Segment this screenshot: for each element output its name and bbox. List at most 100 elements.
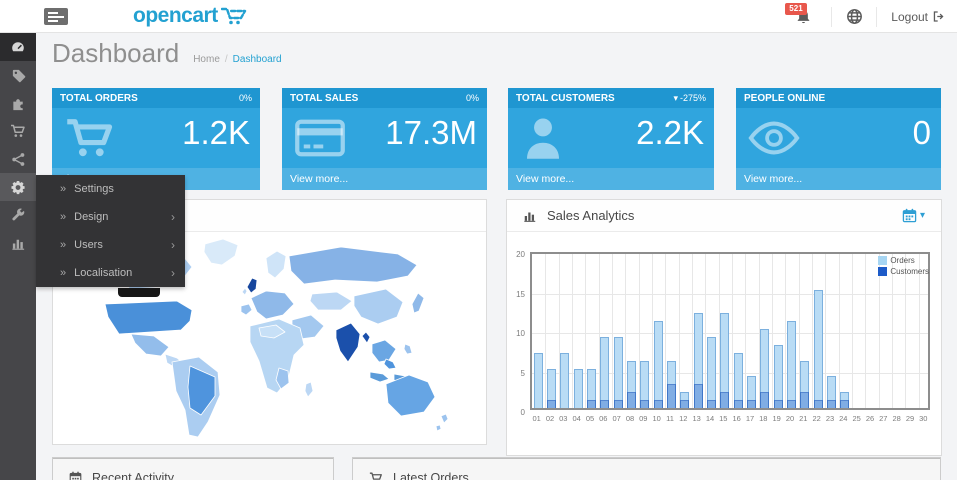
customers-bar	[707, 400, 716, 408]
submenu-item-users[interactable]: » Users ›	[36, 231, 185, 259]
customers-bar	[734, 400, 743, 408]
chevron-right-icon: ›	[171, 210, 175, 224]
submenu-notch	[118, 288, 160, 297]
breadcrumb: Home / Dashboard	[193, 54, 281, 65]
customers-bar	[680, 400, 689, 408]
breadcrumb-current[interactable]: Dashboard	[233, 54, 282, 65]
logo-text: opencart	[133, 4, 218, 28]
submenu-item-label: Localisation	[74, 267, 132, 279]
language-button[interactable]	[842, 0, 866, 33]
x-tick-label: 22	[810, 414, 823, 423]
system-submenu: » Settings » Design › » Users › » Locali…	[36, 175, 185, 287]
x-tick-label: 28	[890, 414, 903, 423]
dashboard-icon	[10, 39, 26, 55]
orders-bar	[774, 345, 783, 408]
customers-bar	[587, 400, 596, 408]
sidebar-item-reports[interactable]	[0, 229, 36, 257]
submenu-item-design[interactable]: » Design ›	[36, 203, 185, 231]
tile-body: 17.3M	[282, 108, 487, 168]
x-tick-label: 10	[650, 414, 663, 423]
orders-bar	[600, 337, 609, 408]
x-tick-label: 21	[797, 414, 810, 423]
customers-bar	[600, 400, 609, 408]
x-tick-label: 27	[877, 414, 890, 423]
top-header: opencart 521 Logout	[0, 0, 957, 33]
sidebar-item-tools[interactable]	[0, 201, 36, 229]
double-chevron-icon: »	[60, 267, 66, 279]
submenu-item-localisation[interactable]: » Localisation ›	[36, 259, 185, 287]
orders-bar	[560, 353, 569, 408]
eye-icon	[748, 120, 800, 156]
orders-bar	[574, 369, 583, 409]
x-tick-label: 04	[570, 414, 583, 423]
customers-bar	[774, 400, 783, 408]
legend-swatch	[878, 267, 887, 276]
tile-title: TOTAL SALES	[290, 93, 358, 104]
legend-entry: Orders	[878, 256, 929, 265]
date-range-button[interactable]: ▾	[902, 208, 925, 223]
y-tick-label: 10	[516, 329, 525, 338]
x-tick-label: 05	[583, 414, 596, 423]
sidebar-item-marketing[interactable]	[0, 145, 36, 173]
y-tick-label: 15	[516, 290, 525, 299]
tile-delta: 0%	[466, 93, 479, 103]
sidebar-item-extensions[interactable]	[0, 89, 36, 117]
sidebar-item-catalog[interactable]	[0, 61, 36, 89]
x-tick-label: 14	[703, 414, 716, 423]
sidebar-item-system[interactable]	[0, 173, 36, 201]
x-tick-label: 29	[903, 414, 916, 423]
submenu-item-label: Settings	[74, 183, 114, 195]
sidebar-item-dashboard[interactable]	[0, 33, 36, 61]
tag-icon	[11, 68, 26, 83]
x-tick-label: 30	[917, 414, 930, 423]
view-more-link[interactable]: View more...	[508, 168, 714, 190]
tile-header: PEOPLE ONLINE	[736, 88, 941, 108]
cart-icon	[64, 115, 116, 161]
tile-delta: 0%	[239, 93, 252, 103]
x-tick-label: 09	[637, 414, 650, 423]
tile-delta-value: -275%	[680, 93, 706, 103]
view-more-link[interactable]: View more...	[736, 168, 941, 190]
user-icon	[520, 114, 566, 162]
view-more-link[interactable]: View more...	[282, 168, 487, 190]
credit-card-icon	[294, 118, 346, 158]
tile-value: 1.2K	[182, 114, 250, 152]
customers-bar	[694, 384, 703, 408]
tile-title: TOTAL ORDERS	[60, 93, 138, 104]
legend-label: Orders	[890, 256, 914, 265]
bar-chart-icon	[11, 236, 26, 251]
notifications-button[interactable]: 521	[787, 0, 821, 33]
latest-orders-header: Latest Orders	[353, 458, 940, 480]
customers-bar	[747, 400, 756, 408]
customers-bar	[667, 384, 676, 408]
tile-value: 17.3M	[385, 114, 477, 152]
x-tick-label: 25	[850, 414, 863, 423]
menu-toggle-icon	[44, 8, 68, 25]
y-tick-label: 5	[521, 369, 525, 378]
legend-label: Customers	[890, 267, 929, 276]
logout-button[interactable]: Logout	[887, 0, 949, 33]
gridline	[532, 333, 928, 334]
opencart-admin-dashboard: opencart 521 Logout	[0, 0, 957, 480]
submenu-item-settings[interactable]: » Settings	[36, 175, 185, 203]
x-tick-label: 07	[610, 414, 623, 423]
panel-title: Recent Activity	[92, 471, 174, 480]
menu-toggle-button[interactable]	[44, 8, 68, 25]
x-tick-label: 06	[597, 414, 610, 423]
x-tick-label: 17	[743, 414, 756, 423]
caret-down-icon: ▾	[673, 93, 678, 104]
x-tick-label: 18	[757, 414, 770, 423]
breadcrumb-separator: /	[225, 54, 228, 65]
wrench-icon	[11, 208, 26, 223]
customers-bar	[627, 392, 636, 408]
customers-bar	[814, 400, 823, 408]
x-tick-label: 20	[783, 414, 796, 423]
tile-delta: ▾ -275%	[673, 93, 706, 104]
x-tick-label: 15	[717, 414, 730, 423]
sidebar-item-sales[interactable]	[0, 117, 36, 145]
breadcrumb-home[interactable]: Home	[193, 54, 220, 65]
tile-header: TOTAL CUSTOMERS ▾ -275%	[508, 88, 714, 108]
double-chevron-icon: »	[60, 211, 66, 223]
opencart-logo[interactable]: opencart	[133, 4, 247, 28]
cart-logo-icon	[221, 6, 247, 26]
